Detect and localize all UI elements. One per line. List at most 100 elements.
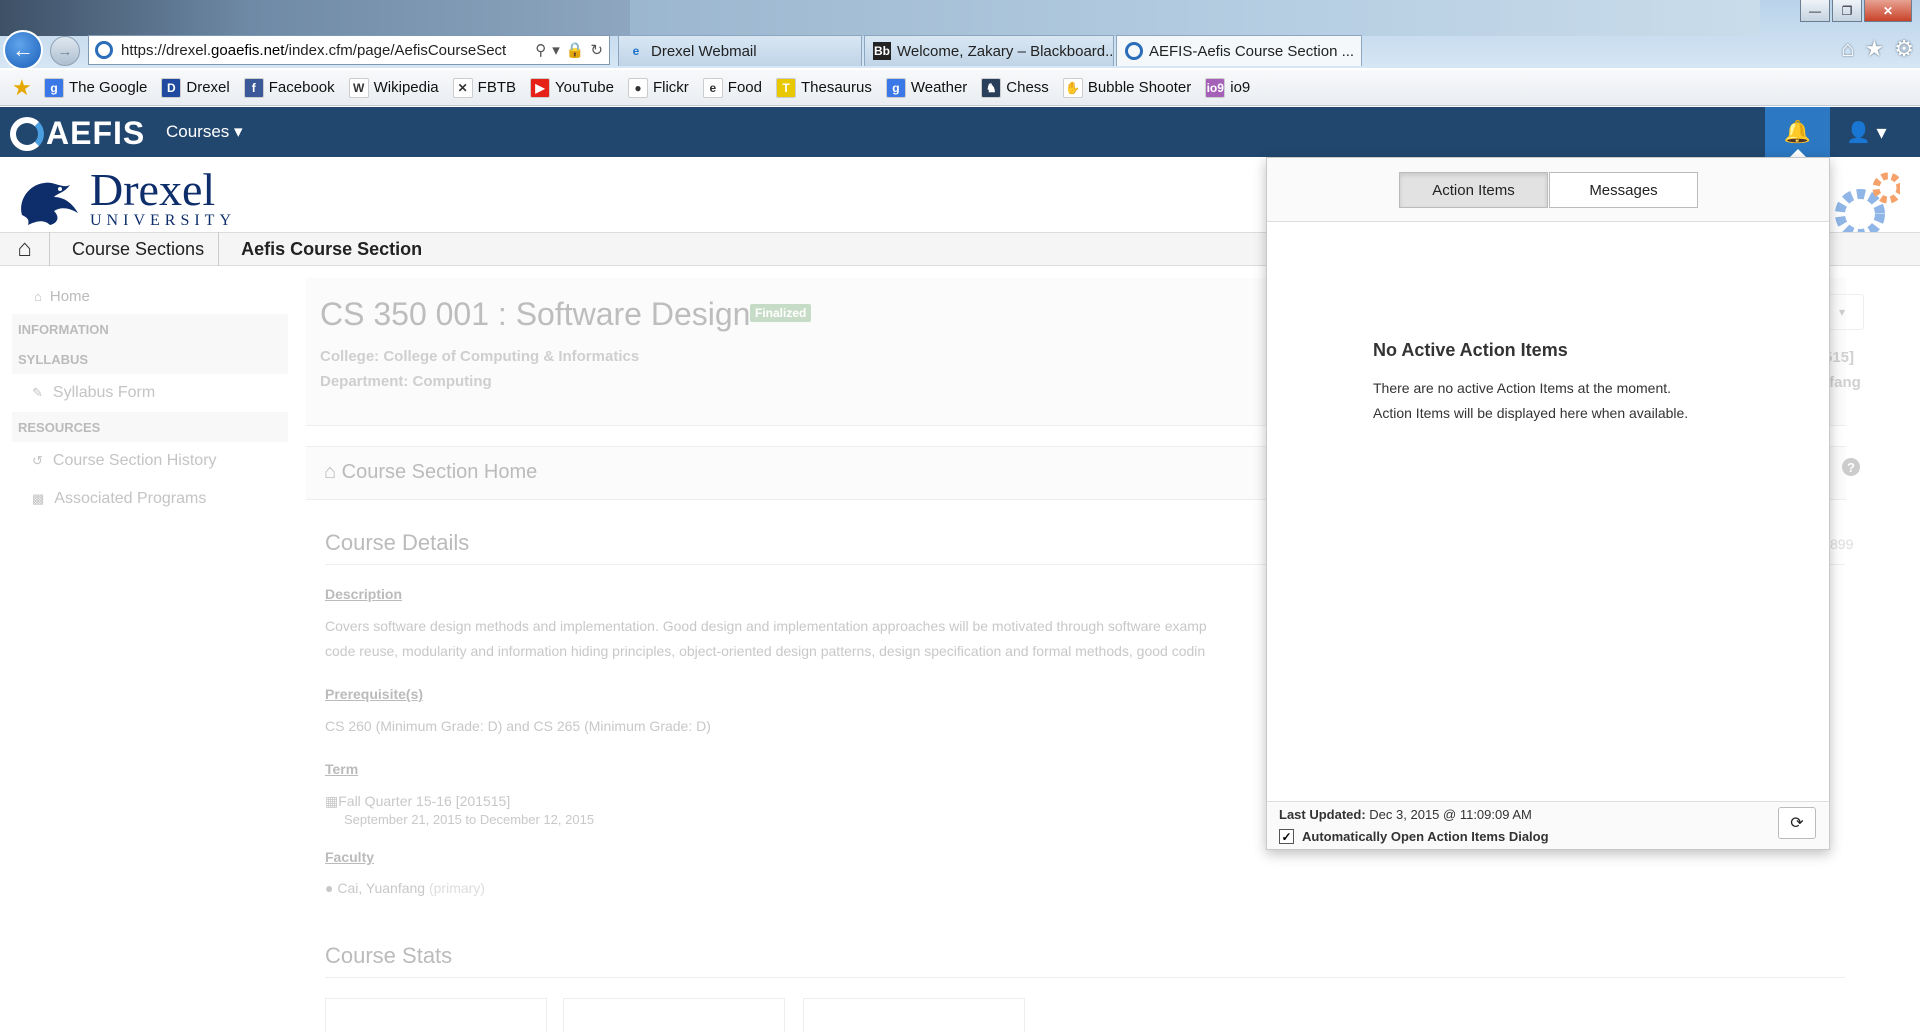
favorite-thesaurus[interactable]: T Thesaurus <box>775 77 872 98</box>
favorite-icon: T <box>775 77 796 98</box>
maximize-button[interactable]: ❐ <box>1832 0 1862 22</box>
desktop-background-right <box>630 0 1760 36</box>
empty-state-line-1: There are no active Action Items at the … <box>1373 380 1672 396</box>
refresh-icon: ⟳ <box>1790 815 1804 832</box>
favorite-icon: io9 <box>1205 77 1226 98</box>
gears-decoration-icon <box>1835 172 1900 234</box>
course-details-title: Course Details <box>325 530 470 555</box>
favorite-weather[interactable]: g Weather <box>885 77 967 98</box>
faculty-value: ● Cai, Yuanfang (primary) <box>325 880 485 896</box>
favorite-facebook[interactable]: f Facebook <box>243 77 335 98</box>
tab-drexel-webmail[interactable]: e Drexel Webmail <box>618 35 862 66</box>
term-label: Term <box>325 761 359 777</box>
auto-open-checkbox[interactable]: ✓ <box>1279 829 1294 844</box>
sidebar-item-syllabus-form[interactable]: ✎ Syllabus Form <box>12 374 288 412</box>
sidebar-item-home[interactable]: ⌂ Home <box>12 278 288 314</box>
arrow-right-icon: → <box>57 42 73 60</box>
favorite-fbtb[interactable]: ✕ FBTB <box>452 77 516 98</box>
back-button[interactable]: ← <box>3 30 43 70</box>
site-icon <box>95 41 113 59</box>
sidebar-item-history[interactable]: ↺ Course Section History <box>12 442 288 480</box>
empty-state-line-2: Action Items will be displayed here when… <box>1373 405 1689 421</box>
refresh-page-icon[interactable]: ↻ <box>590 41 603 59</box>
sidebar-heading-information[interactable]: INFORMATION <box>12 314 288 344</box>
history-icon: ↺ <box>32 453 43 468</box>
blackboard-icon: Bb <box>873 42 891 60</box>
partial-id: 899 <box>1830 536 1854 552</box>
home-icon: ⌂ <box>324 461 342 483</box>
aefis-logo[interactable]: AEFIS <box>10 115 145 152</box>
stat-box <box>563 998 785 1032</box>
browser-tools: ⌂ ★ ⚙ <box>1841 36 1914 62</box>
settings-gear-icon[interactable]: ⚙ <box>1894 36 1914 62</box>
home-icon[interactable]: ⌂ <box>1841 36 1854 62</box>
favorite-io9[interactable]: io9 io9 <box>1205 77 1250 98</box>
section-home-title: ⌂ Course Section Home <box>324 461 538 483</box>
breadcrumb-home-icon[interactable]: ⌂ <box>0 232 50 266</box>
user-icon: ● <box>325 880 338 896</box>
course-title: CS 350 001 : Software Design <box>320 296 751 332</box>
breadcrumb-course-sections[interactable]: Course Sections <box>50 232 220 266</box>
minimize-button[interactable]: — <box>1800 0 1830 22</box>
favorite-icon: g <box>885 77 906 98</box>
close-window-button[interactable]: ✕ <box>1864 0 1912 22</box>
tab-aefis[interactable]: AEFIS-Aefis Course Section ... ✕ <box>1116 35 1362 66</box>
desktop-background <box>0 0 630 36</box>
empty-state-title: No Active Action Items <box>1373 340 1568 360</box>
favorite-icon: e <box>702 77 723 98</box>
dropdown-icon[interactable]: ▾ <box>552 41 560 59</box>
auto-open-option[interactable]: ✓ Automatically Open Action Items Dialog <box>1279 829 1549 844</box>
faculty-label: Faculty <box>325 849 375 865</box>
favorite-flickr[interactable]: ● Flickr <box>627 77 689 98</box>
favorites-star-icon[interactable]: ★ <box>1865 36 1885 62</box>
favorite-bubble-shooter[interactable]: ✋ Bubble Shooter <box>1062 77 1191 98</box>
course-college: College: College of Computing & Informat… <box>320 348 640 365</box>
aefis-icon <box>1125 42 1143 60</box>
forward-button[interactable]: → <box>50 36 80 66</box>
tab-messages[interactable]: Messages <box>1549 172 1698 208</box>
address-bar[interactable]: https://drexel.goaefis.net/index.cfm/pag… <box>88 35 610 65</box>
arrow-left-icon: ← <box>12 37 34 62</box>
panel-footer: Last Updated: Dec 3, 2015 @ 11:09:09 AM … <box>1267 801 1829 849</box>
sidebar-heading-resources[interactable]: RESOURCES <box>12 412 288 442</box>
prerequisite-label: Prerequisite(s) <box>325 686 424 702</box>
refresh-button[interactable]: ⟳ <box>1778 807 1816 839</box>
user-menu[interactable]: 👤 ▾ <box>1846 120 1887 145</box>
panel-tabs: Action Items Messages <box>1267 158 1829 222</box>
courses-menu[interactable]: Courses ▾ <box>166 122 243 142</box>
favorite-icon: f <box>243 77 264 98</box>
favorite-drexel[interactable]: D Drexel <box>161 77 230 98</box>
description-label: Description <box>325 586 403 602</box>
action-items-panel: Action Items Messages No Active Action I… <box>1266 157 1830 850</box>
tab-action-items[interactable]: Action Items <box>1399 172 1548 208</box>
status-badge: Finalized <box>750 304 812 322</box>
favorite-food[interactable]: e Food <box>702 77 762 98</box>
search-icon[interactable]: ⚲ <box>535 41 546 59</box>
drexel-dragon-icon <box>21 182 78 225</box>
prerequisite-value: CS 260 (Minimum Grade: D) and CS 265 (Mi… <box>325 718 711 734</box>
favorite-youtube[interactable]: ▶ YouTube <box>530 77 614 98</box>
tab-blackboard[interactable]: Bb Welcome, Zakary – Blackboard... <box>864 35 1114 66</box>
favorite-chess[interactable]: ♞ Chess <box>981 77 1049 98</box>
course-department: Department: Computing <box>320 373 492 390</box>
stat-box <box>803 998 1025 1032</box>
favorite-wikipedia[interactable]: W Wikipedia <box>348 77 439 98</box>
drexel-logo[interactable]: Drexel UNIVERSITY <box>14 167 236 230</box>
app-navbar <box>0 107 1920 157</box>
favorites-add-icon[interactable]: ★ <box>12 75 38 100</box>
favorite-icon: ♞ <box>981 77 1002 98</box>
sitemap-icon: ▩ <box>32 491 45 506</box>
help-icon[interactable]: ? <box>1842 458 1860 476</box>
drexel-logo-university: UNIVERSITY <box>90 212 236 229</box>
window-controls: — ❐ ✕ <box>1800 0 1912 22</box>
sidebar-heading-syllabus[interactable]: SYLLABUS <box>12 344 288 374</box>
address-url[interactable]: https://drexel.goaefis.net/index.cfm/pag… <box>121 42 535 59</box>
home-icon: ⌂ <box>34 288 42 304</box>
favorite-the-google[interactable]: g The Google <box>44 77 147 98</box>
bell-icon: 🔔 <box>1783 119 1812 144</box>
sidebar: ⌂ Home INFORMATION SYLLABUS ✎ Syllabus For… <box>12 278 288 518</box>
lock-icon[interactable]: 🔒 <box>566 41 585 59</box>
term-dates: September 21, 2015 to December 12, 2015 <box>344 812 595 827</box>
sidebar-item-programs[interactable]: ▩ Associated Programs <box>12 480 288 518</box>
favorite-icon: ▶ <box>530 77 550 98</box>
